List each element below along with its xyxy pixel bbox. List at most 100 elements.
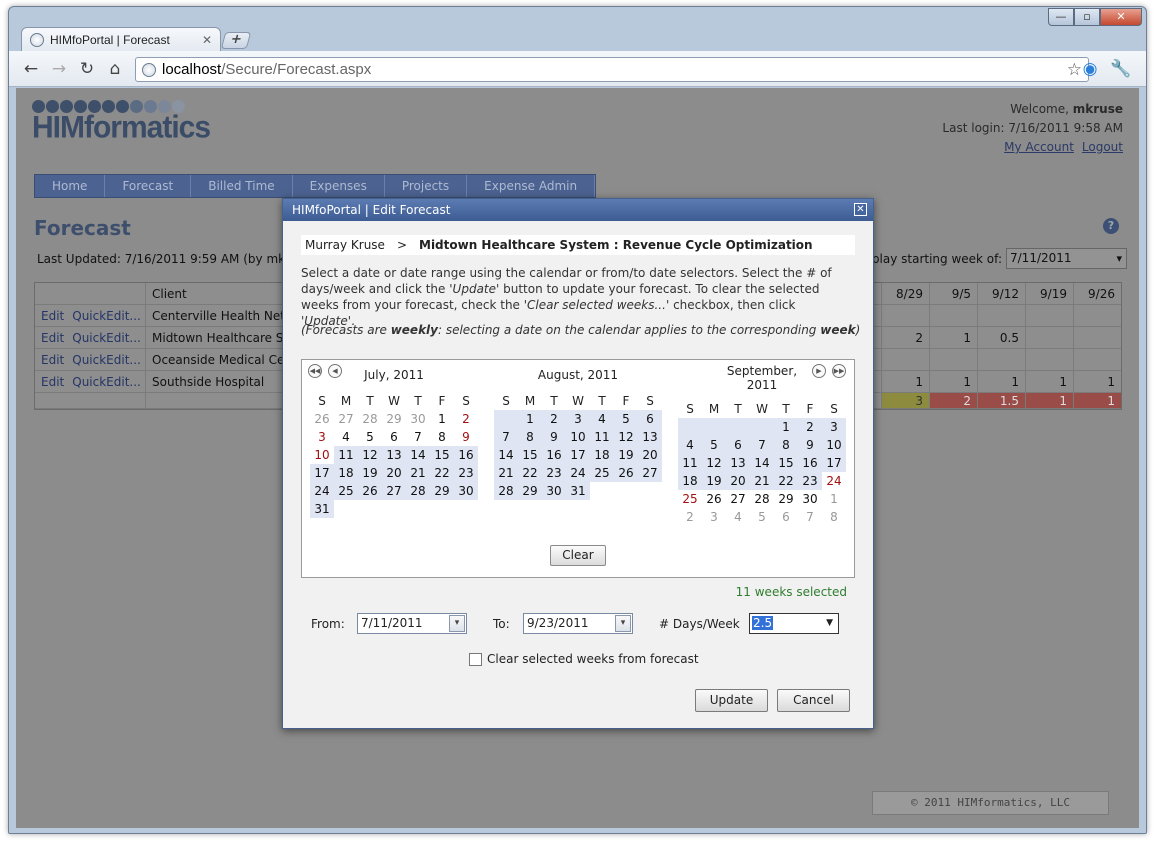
calendar-day[interactable]: 31 [310, 500, 334, 518]
calendar-day[interactable]: 29 [382, 410, 406, 428]
calendar-day[interactable]: 7 [494, 428, 518, 446]
calendar-day[interactable]: 25 [590, 464, 614, 482]
help-icon[interactable]: ? [1103, 218, 1119, 234]
calendar-day[interactable]: 18 [590, 446, 614, 464]
calendar-day[interactable]: 27 [726, 490, 750, 508]
calendar-day[interactable]: 30 [406, 410, 430, 428]
nav-forecast[interactable]: Forecast [105, 175, 192, 197]
days-per-week-select[interactable]: 2.5 ▼ [749, 613, 839, 634]
calendar-day[interactable]: 4 [678, 436, 702, 454]
calendar-day[interactable]: 25 [334, 482, 358, 500]
calendar-day[interactable]: 27 [334, 410, 358, 428]
forward-arrow-icon[interactable]: → [49, 59, 69, 79]
calendar-day[interactable]: 20 [638, 446, 662, 464]
calendar-day[interactable]: 29 [518, 482, 542, 500]
calendar-day[interactable]: 16 [454, 446, 478, 464]
calendar-day[interactable]: 15 [518, 446, 542, 464]
calendar-day[interactable]: 7 [750, 436, 774, 454]
calendar-day[interactable]: 30 [542, 482, 566, 500]
nav-expenses[interactable]: Expenses [293, 175, 385, 197]
nav-expense-admin[interactable]: Expense Admin [467, 175, 596, 197]
calendar-day[interactable]: 19 [614, 446, 638, 464]
calendar-day[interactable]: 6 [638, 410, 662, 428]
calendar-day[interactable]: 4 [334, 428, 358, 446]
calendar-day[interactable]: 29 [430, 482, 454, 500]
cancel-button[interactable]: Cancel [777, 689, 850, 712]
calendar-day[interactable]: 2 [678, 508, 702, 526]
calendar-day[interactable]: 16 [798, 454, 822, 472]
calendar-day[interactable]: 8 [518, 428, 542, 446]
edit-link[interactable]: Edit [41, 309, 64, 323]
nav-projects[interactable]: Projects [385, 175, 468, 197]
calendar-day[interactable]: 15 [430, 446, 454, 464]
calendar-day[interactable]: 11 [590, 428, 614, 446]
calendar-day[interactable]: 22 [774, 472, 798, 490]
calendar-day[interactable]: 12 [358, 446, 382, 464]
calendar-day[interactable]: 26 [358, 482, 382, 500]
calendar-day[interactable]: 13 [638, 428, 662, 446]
calendar-day[interactable]: 12 [614, 428, 638, 446]
my-account-link[interactable]: My Account [1004, 140, 1074, 154]
calendar-day[interactable]: 1 [822, 490, 846, 508]
wrench-icon[interactable]: 🔧 [1110, 59, 1131, 79]
calendar-day[interactable]: 10 [566, 428, 590, 446]
calendar-day[interactable]: 3 [566, 410, 590, 428]
calendar-day[interactable]: 22 [430, 464, 454, 482]
calendar-day[interactable]: 19 [702, 472, 726, 490]
calendar-day[interactable]: 7 [406, 428, 430, 446]
calendar-clear-button[interactable]: Clear [550, 545, 606, 566]
new-tab-button[interactable]: + [220, 32, 252, 49]
calendar-day[interactable]: 4 [726, 508, 750, 526]
calendar-day[interactable]: 6 [774, 508, 798, 526]
calendar-day[interactable]: 24 [310, 482, 334, 500]
calendar-day[interactable]: 30 [798, 490, 822, 508]
nav-home[interactable]: Home [35, 175, 106, 197]
calendar-day[interactable]: 17 [822, 454, 846, 472]
calendar-day[interactable]: 8 [822, 508, 846, 526]
calendar-day[interactable]: 26 [702, 490, 726, 508]
calendar-day[interactable]: 20 [726, 472, 750, 490]
quickedit-link[interactable]: QuickEdit... [72, 331, 141, 345]
tab-close-icon[interactable]: ✕ [202, 33, 212, 47]
edit-link[interactable]: Edit [41, 375, 64, 389]
calendar-day[interactable]: 17 [310, 464, 334, 482]
calendar-day[interactable]: 6 [726, 436, 750, 454]
update-button[interactable]: Update [695, 689, 768, 712]
calendar-day[interactable]: 28 [494, 482, 518, 500]
calendar-day[interactable]: 25 [678, 490, 702, 508]
calendar-day[interactable]: 29 [774, 490, 798, 508]
calendar-day[interactable]: 24 [822, 472, 846, 490]
calendar-day[interactable]: 22 [518, 464, 542, 482]
calendar-day[interactable]: 23 [454, 464, 478, 482]
calendar-day[interactable]: 11 [334, 446, 358, 464]
calendar-day[interactable]: 10 [310, 446, 334, 464]
calendar-day[interactable]: 12 [702, 454, 726, 472]
calendar-day[interactable]: 27 [638, 464, 662, 482]
calendar-day[interactable]: 1 [518, 410, 542, 428]
quickedit-link[interactable]: QuickEdit... [72, 375, 141, 389]
calendar-day[interactable]: 27 [382, 482, 406, 500]
calendar-day[interactable]: 14 [494, 446, 518, 464]
calendar-day[interactable]: 30 [454, 482, 478, 500]
calendar-day[interactable]: 6 [382, 428, 406, 446]
quickedit-link[interactable]: QuickEdit... [72, 353, 141, 367]
calendar-day[interactable]: 10 [822, 436, 846, 454]
calendar-day[interactable]: 4 [590, 410, 614, 428]
calendar-day[interactable]: 18 [334, 464, 358, 482]
calendar-day[interactable]: 14 [406, 446, 430, 464]
calendar-day[interactable]: 2 [542, 410, 566, 428]
calendar-day[interactable]: 20 [382, 464, 406, 482]
reload-icon[interactable]: ↻ [77, 59, 97, 79]
calendar-day[interactable]: 21 [406, 464, 430, 482]
logout-link[interactable]: Logout [1082, 140, 1123, 154]
calendar-day[interactable]: 28 [358, 410, 382, 428]
dialog-close-icon[interactable]: ✕ [854, 203, 867, 216]
calendar-day[interactable]: 5 [358, 428, 382, 446]
calendar-day[interactable]: 15 [774, 454, 798, 472]
home-icon[interactable]: ⌂ [105, 59, 125, 79]
back-arrow-icon[interactable]: ← [21, 59, 41, 79]
calendar-day[interactable]: 26 [614, 464, 638, 482]
clear-weeks-option[interactable]: Clear selected weeks from forecast [469, 652, 699, 666]
quickedit-link[interactable]: QuickEdit... [72, 309, 141, 323]
calendar-day[interactable]: 21 [494, 464, 518, 482]
